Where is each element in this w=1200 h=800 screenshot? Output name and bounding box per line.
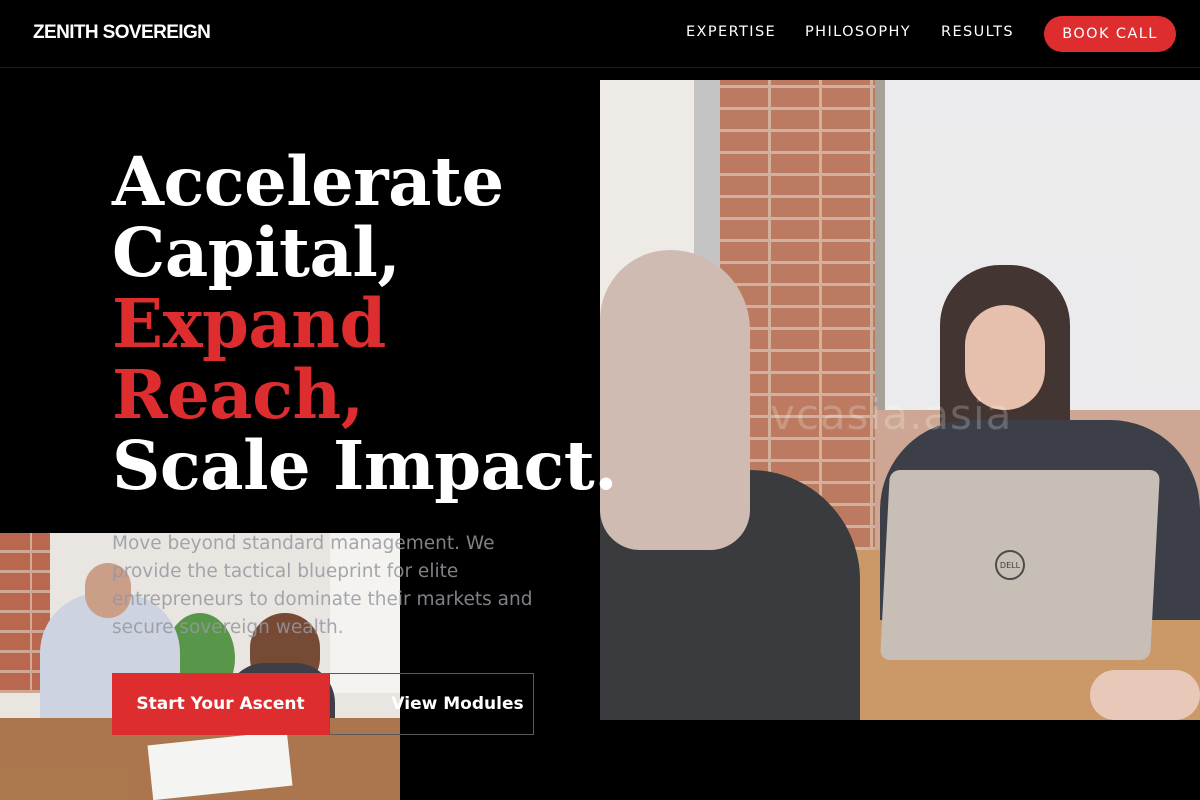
hero-meeting-photo: DELL vcasia.asia — [600, 80, 1200, 720]
headline-line-4: Reach, — [112, 355, 364, 434]
nav-link-results[interactable]: RESULTS — [941, 24, 1014, 40]
headline-line-5: Scale Impact. — [112, 426, 618, 505]
brand-logo[interactable]: ZENITH SOVEREIGN — [33, 22, 211, 44]
headline-line-1: Accelerate — [112, 142, 504, 221]
top-nav: ZENITH SOVEREIGN EXPERTISE PHILOSOPHY RE… — [0, 0, 1200, 68]
view-modules-label: View Modules — [391, 694, 524, 714]
hero-headline: Accelerate Capital, Expand Reach, Scale … — [112, 142, 618, 505]
book-call-button[interactable]: BOOK CALL — [1044, 16, 1176, 52]
nav-link-philosophy[interactable]: PHILOSOPHY — [805, 24, 911, 40]
hero-description: Move beyond standard management. We prov… — [112, 533, 533, 638]
start-ascent-button[interactable]: Start Your Ascent — [112, 673, 329, 735]
photo-watermark: vcasia.asia — [770, 390, 1013, 439]
view-modules-button[interactable]: View Modules — [329, 673, 534, 735]
headline-line-3: Expand — [112, 284, 386, 363]
nav-link-expertise[interactable]: EXPERTISE — [686, 24, 776, 40]
inset-photo-overlap — [330, 674, 401, 734]
headline-line-2: Capital, — [112, 213, 401, 292]
